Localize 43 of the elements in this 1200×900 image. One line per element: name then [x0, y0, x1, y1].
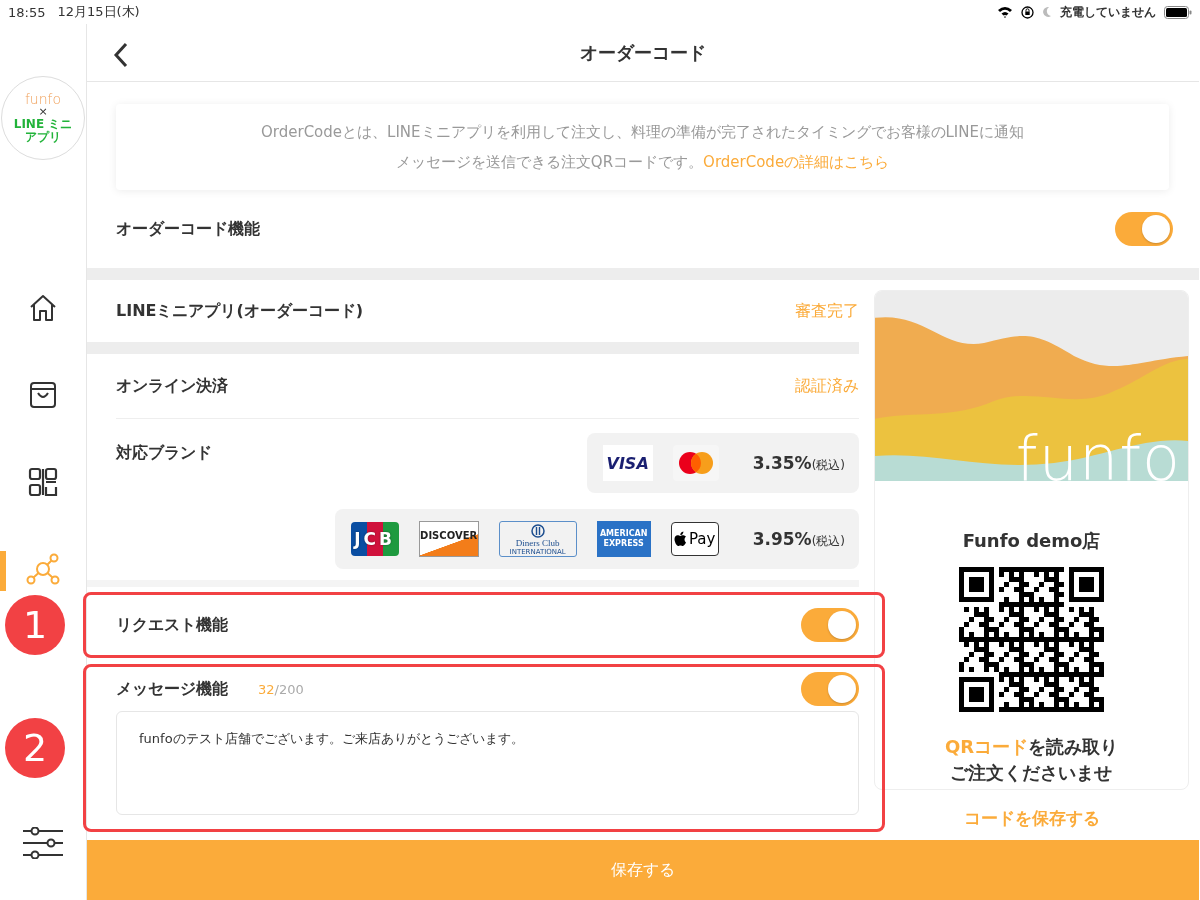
message-field[interactable]: funfoのテスト店舗でございます。ご来店ありがとうございます。 [116, 711, 859, 815]
moon-icon [1042, 6, 1052, 18]
setting-label: メッセージ機能 [116, 678, 228, 700]
back-icon [113, 42, 129, 68]
qr-code-icon [28, 467, 58, 497]
status-date: 12月15日(木) [57, 3, 140, 21]
setting-label: オンライン決済 [116, 375, 228, 397]
card-brand-logo: Pay [670, 522, 719, 556]
wifi-icon [997, 6, 1013, 18]
charging-status: 充電していません [1060, 3, 1156, 21]
sliders-icon [23, 827, 63, 859]
status-label: 認証済み [795, 375, 859, 397]
toggle-switch[interactable] [801, 608, 859, 642]
toggle-switch[interactable] [1115, 212, 1173, 246]
shop-name: Funfo demo店 [962, 529, 1101, 553]
info-text: OrderCodeとは、LINEミニアプリを利用して注文し、料理の準備が完了されたタイミングでお客様のLINEに通知 メッセージを送信できる注文QRコードです。OrderCodeの詳細はこちら [261, 122, 1024, 173]
save-code-link[interactable]: コードを保存する [957, 806, 1106, 831]
card-brand-logo: AMERICAN EXPRESS [596, 521, 651, 557]
callout-number: 2 [5, 718, 65, 778]
card-brand-logo: DISCOVER [418, 521, 479, 557]
qr-instructions: QRコードを読み取り ご注文くださいませ [944, 735, 1119, 785]
bag-icon [28, 380, 58, 410]
setting-label: オーダーコード機能 [116, 218, 260, 240]
card-brand-logo [672, 445, 719, 481]
setting-label: LINEミニアプリ(オーダーコード) [116, 300, 364, 322]
battery-icon [1164, 5, 1192, 19]
details-link[interactable]: OrderCodeの詳細はこちら [703, 153, 890, 171]
card-brand-logo: VISA [602, 445, 653, 481]
page-title: オーダーコード [580, 40, 706, 65]
nodes-icon [26, 553, 60, 585]
setting-label: 対応ブランド [116, 443, 212, 464]
character-count: 32/200 [258, 681, 304, 697]
setting-label: リクエスト機能 [116, 614, 228, 636]
status-label: 審査完了 [795, 300, 859, 322]
status-time: 18:55 [8, 4, 46, 20]
toggle-switch[interactable] [801, 672, 859, 706]
callout-number: 1 [5, 595, 65, 655]
fee-rate: 3.95%(税込) [752, 528, 845, 550]
fee-rate: 3.35%(税込) [752, 452, 845, 474]
selection-indicator [0, 551, 6, 591]
nav-item[interactable] [23, 827, 63, 862]
rotation-lock-icon [1021, 5, 1034, 19]
save-button[interactable]: 保存する [87, 840, 1199, 900]
